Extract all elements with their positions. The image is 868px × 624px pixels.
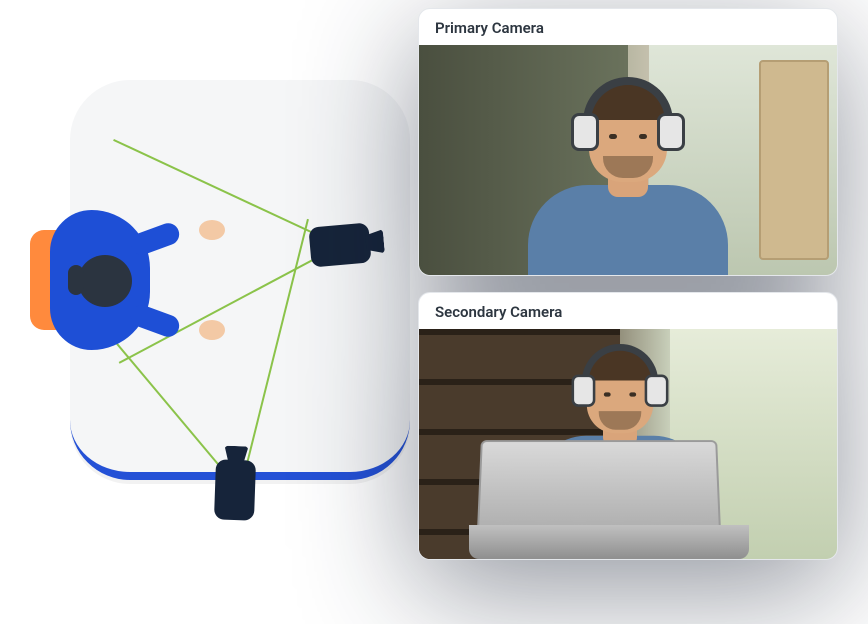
secondary-camera-label: Secondary Camera	[419, 293, 837, 329]
subject-front-view	[528, 185, 728, 275]
primary-camera-card: Primary Camera	[418, 8, 838, 276]
headphones-icon	[573, 77, 683, 147]
person-top-down	[30, 200, 170, 360]
primary-camera-icon	[308, 222, 371, 267]
proctoring-diagram	[30, 50, 430, 530]
secondary-camera-feed	[419, 329, 837, 559]
laptop-shape	[479, 439, 739, 559]
secondary-camera-icon	[214, 459, 256, 520]
secondary-camera-card: Secondary Camera	[418, 292, 838, 560]
head-shape	[78, 255, 132, 307]
hand-shape	[199, 320, 225, 340]
primary-camera-feed	[419, 45, 837, 275]
primary-camera-label: Primary Camera	[419, 9, 837, 45]
hand-shape	[199, 220, 225, 240]
headphones-icon	[573, 344, 667, 404]
camera-feeds-panel: Primary Camera	[418, 8, 838, 576]
